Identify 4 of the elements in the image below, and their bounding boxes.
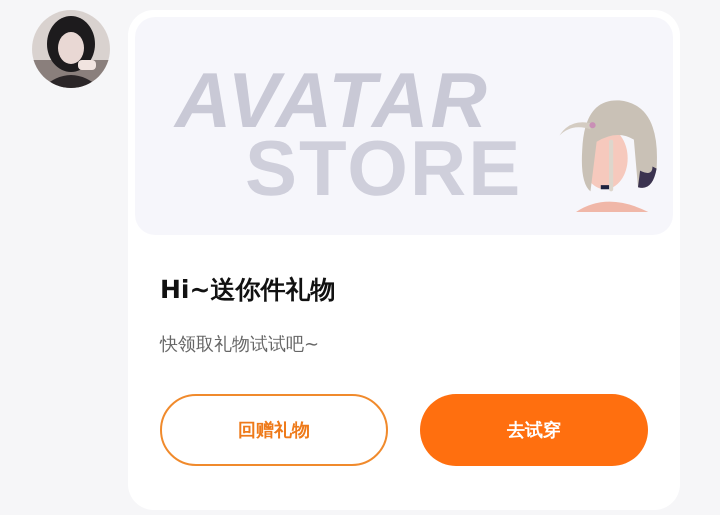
card-subtitle: 快领取礼物试试吧~ bbox=[160, 333, 320, 356]
return-gift-button[interactable]: 回赠礼物 bbox=[160, 394, 388, 466]
card-title: Hi~送你件礼物 bbox=[160, 274, 336, 306]
try-on-button[interactable]: 去试穿 bbox=[420, 394, 648, 466]
